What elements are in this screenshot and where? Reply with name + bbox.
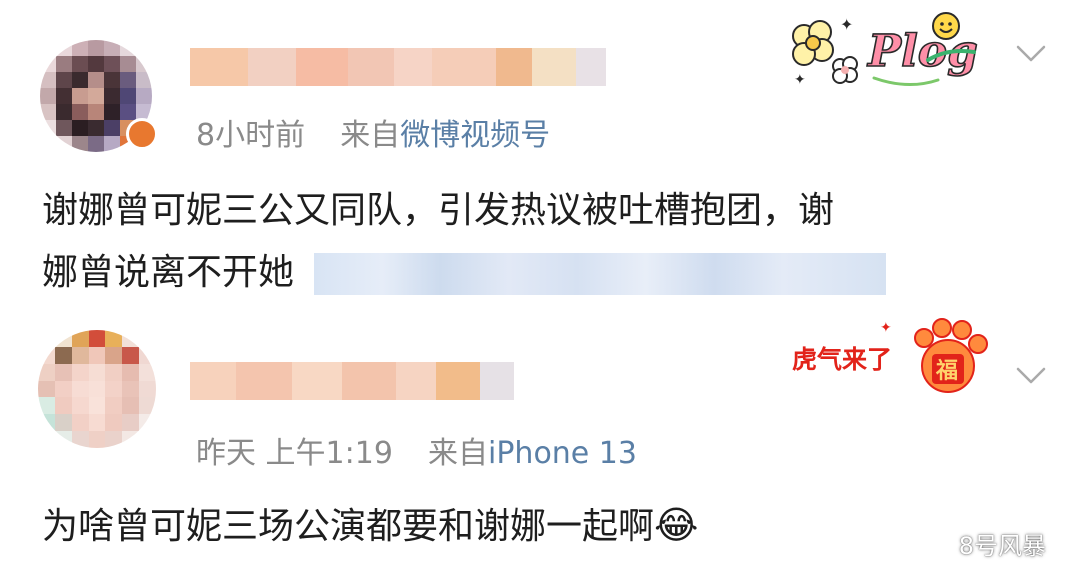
tiger-text: 虎气来了 <box>792 345 892 374</box>
watermark: 8号风暴 <box>920 526 1046 561</box>
chevron-down-icon[interactable] <box>1016 366 1046 386</box>
verified-badge-icon <box>126 118 158 150</box>
from-label: 来自 <box>428 436 488 471</box>
post-text: 为啥曾可妮三场公演都要和谢娜一起啊😂 <box>42 494 698 558</box>
chevron-down-icon[interactable] <box>1016 44 1046 64</box>
post-time: 8小时前 <box>196 118 306 153</box>
paw-icon: 福 <box>914 318 988 393</box>
svg-text:✦: ✦ <box>794 72 806 88</box>
post-meta: 昨天 上午1:19 来自iPhone 13 <box>196 428 637 472</box>
username-blurred[interactable] <box>190 48 606 86</box>
flower-icon <box>792 20 834 66</box>
svg-text:✦: ✦ <box>840 15 853 34</box>
post-text: 谢娜曾可妮三公又同队，引发热议被吐槽抱团，谢 娜曾说离不开她 <box>42 180 887 304</box>
wechat-icon <box>920 531 951 555</box>
username-blurred[interactable] <box>190 362 514 400</box>
fu-badge-text: 福 <box>935 359 958 384</box>
watermark-text: 8号风暴 <box>958 532 1046 560</box>
post-text-content: 为啥曾可妮三场公演都要和谢娜一起啊 <box>42 506 655 547</box>
post-time: 昨天 上午1:19 <box>196 436 393 471</box>
source-link[interactable]: 微博视频号 <box>400 118 550 153</box>
svg-text:✦: ✦ <box>880 320 892 336</box>
post-text-line2-content: 娜曾说离不开她 <box>42 252 295 293</box>
plog-sticker: ✦ ✦ Plog <box>778 8 988 94</box>
flower-small-icon <box>832 56 858 84</box>
post-meta: 8小时前 来自微博视频号 <box>196 110 550 154</box>
from-label: 来自 <box>340 118 401 153</box>
video-link-blurred[interactable] <box>314 253 887 295</box>
tiger-luck-sticker: 虎气来了 福 ✦ <box>788 316 998 402</box>
source-link[interactable]: iPhone 13 <box>488 436 637 471</box>
post-text-line1: 谢娜曾可妮三公又同队，引发热议被吐槽抱团，谢 <box>42 190 835 231</box>
laughing-emoji-icon: 😂 <box>654 503 699 547</box>
avatar[interactable] <box>38 330 156 448</box>
post-text-line2: 娜曾说离不开她 <box>42 242 887 304</box>
